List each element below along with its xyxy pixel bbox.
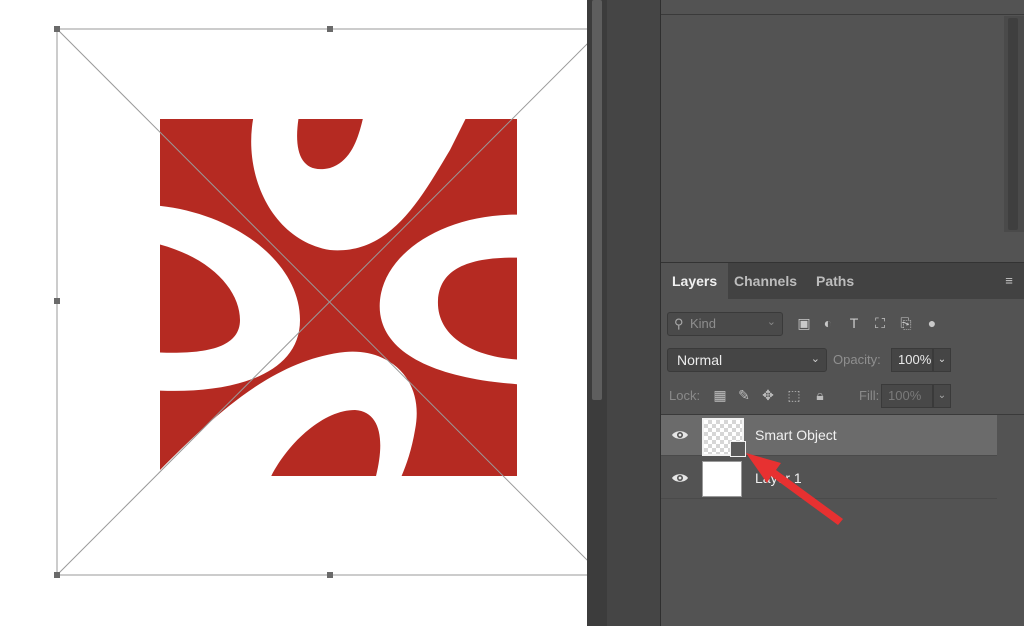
lock-artboard-icon[interactable]: ⬚ — [785, 386, 803, 404]
handle-middle-left[interactable] — [54, 298, 60, 304]
lock-label: Lock: — [669, 388, 701, 403]
eye-icon[interactable] — [671, 470, 689, 486]
tab-layers[interactable]: Layers — [661, 263, 729, 299]
tab-channels[interactable]: Channels — [723, 263, 808, 299]
handle-top-left[interactable] — [54, 26, 60, 32]
opacity-input[interactable]: 100% — [891, 348, 933, 372]
type-filter-icon[interactable]: T — [845, 314, 863, 332]
hamburger-icon[interactable]: ≡ — [1002, 274, 1016, 287]
blend-mode-value: Normal — [677, 352, 723, 368]
dock-column — [607, 0, 661, 626]
kind-placeholder: Kind — [690, 316, 717, 331]
canvas-artwork — [54, 26, 587, 578]
shape-filter-icon[interactable]: ⛶ — [871, 314, 889, 332]
fill-value: 100% — [888, 388, 922, 403]
panel-tab-bar: Layers Channels Paths ≡ — [661, 262, 1024, 299]
handle-bottom-left[interactable] — [54, 572, 60, 578]
search-icon: ⚲ — [674, 316, 684, 331]
layer-thumbnail[interactable] — [702, 418, 746, 457]
toggle-filter-icon[interactable]: ● — [923, 314, 941, 332]
handle-top-center[interactable] — [327, 26, 333, 32]
lock-fill-row: Lock: ▦ ✎ ✥ ⬚ 🔒︎ Fill: 100% ⌄ — [667, 384, 1017, 408]
panel-divider — [661, 14, 1024, 15]
opacity-label: Opacity: — [833, 352, 881, 367]
blend-opacity-row: Normal ⌄ Opacity: 100% ⌄ — [667, 348, 1017, 372]
smart-object-badge-icon — [730, 441, 746, 457]
document-canvas[interactable] — [0, 0, 587, 626]
opacity-dropdown-button[interactable]: ⌄ — [933, 348, 951, 372]
layer-row-layer-1[interactable]: Layer 1 — [661, 458, 997, 499]
blend-mode-select[interactable]: Normal ⌄ — [667, 348, 827, 372]
chevron-down-icon: ⌄ — [766, 316, 776, 328]
smart-object-filter-icon[interactable]: ⎘ — [897, 314, 915, 332]
tab-paths[interactable]: Paths — [805, 263, 865, 299]
fill-input[interactable]: 100% — [881, 384, 933, 408]
lock-image-icon[interactable]: ✎ — [735, 386, 753, 404]
scrollbar-thumb[interactable] — [592, 0, 602, 400]
layer-filter-row: ⚲ Kind ⌄ ▣ ◐ T ⛶ ⎘ ● — [667, 312, 1017, 336]
lock-all-icon[interactable]: 🔒︎ — [811, 386, 829, 404]
image-filter-icon[interactable]: ▣ — [795, 314, 813, 332]
opacity-value: 100% — [898, 352, 932, 367]
lock-transparent-icon[interactable]: ▦ — [711, 386, 729, 404]
handle-bottom-center[interactable] — [327, 572, 333, 578]
layers-panel: Layers Channels Paths ≡ ⚲ Kind ⌄ ▣ ◐ T ⛶… — [661, 262, 1024, 626]
right-dock: Layers Channels Paths ≡ ⚲ Kind ⌄ ▣ ◐ T ⛶… — [587, 0, 1024, 626]
lock-position-icon[interactable]: ✥ — [759, 386, 777, 404]
layer-thumbnail[interactable] — [702, 461, 742, 497]
upper-panel — [661, 0, 1024, 262]
eye-icon[interactable] — [671, 427, 689, 443]
canvas-vertical-scrollbar[interactable] — [587, 0, 607, 626]
layer-name[interactable]: Smart Object — [755, 427, 837, 443]
fill-label: Fill: — [859, 388, 880, 403]
fill-dropdown-button[interactable]: ⌄ — [933, 384, 951, 408]
upper-scrollbar-thumb[interactable] — [1008, 18, 1018, 230]
kind-filter-select[interactable]: ⚲ Kind ⌄ — [667, 312, 783, 336]
layer-row-smart-object[interactable]: Smart Object — [661, 415, 997, 457]
adjustment-filter-icon[interactable]: ◐ — [819, 314, 837, 332]
layer-name[interactable]: Layer 1 — [755, 470, 802, 486]
chevron-down-icon: ⌄ — [810, 353, 820, 365]
upper-panel-scrollbar[interactable] — [1004, 16, 1024, 232]
